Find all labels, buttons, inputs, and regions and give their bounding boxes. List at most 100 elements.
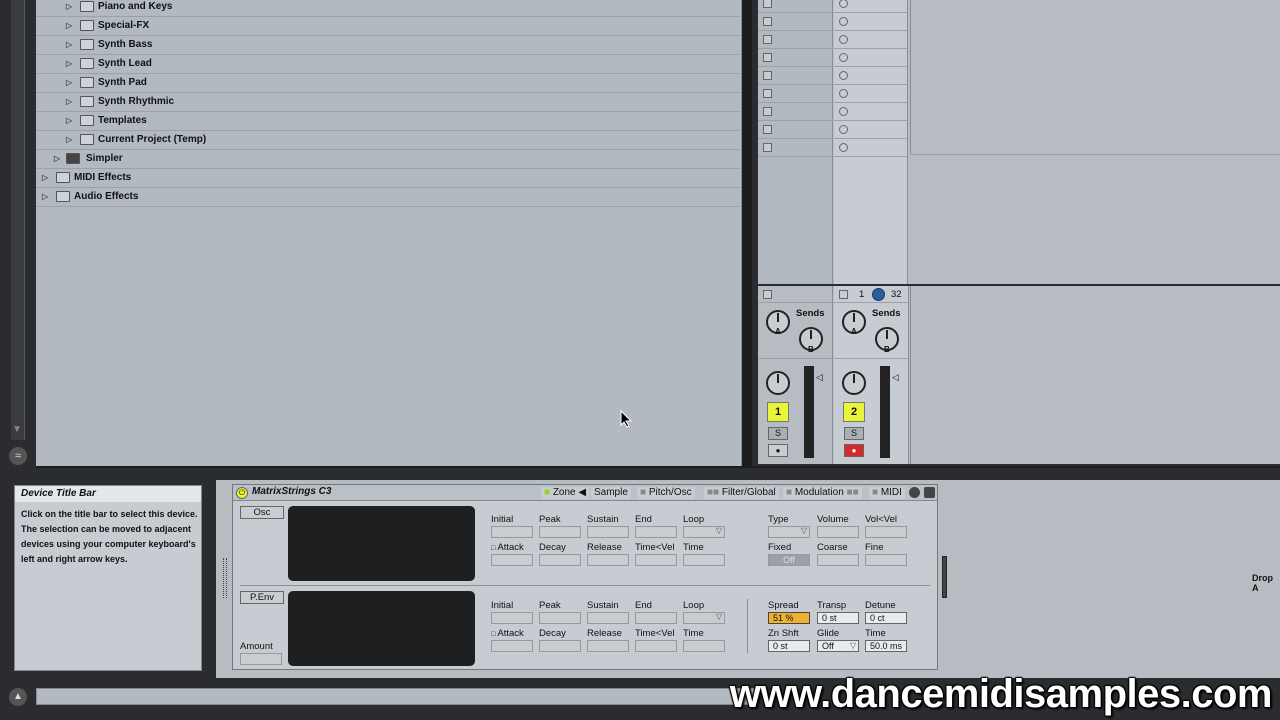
penv-timevel-field[interactable]	[635, 640, 677, 652]
env-timevel-field[interactable]	[635, 554, 677, 566]
clip-slot[interactable]	[758, 121, 832, 139]
stop-icon[interactable]	[763, 71, 772, 80]
znshft-field[interactable]: 0 st	[768, 640, 810, 652]
expand-icon[interactable]: ▷	[66, 0, 72, 16]
expand-icon[interactable]: ▷	[66, 93, 72, 111]
solo-button[interactable]: S	[768, 427, 788, 440]
osc-type-select[interactable]: ▽	[768, 526, 810, 538]
amount-field[interactable]	[240, 653, 282, 665]
detune-field[interactable]: 0 ct	[865, 612, 907, 624]
record-slot-icon[interactable]	[839, 143, 848, 152]
stop-icon[interactable]	[763, 53, 772, 62]
device-chain-scrollbar[interactable]	[942, 556, 947, 598]
penv-peak-field[interactable]	[539, 612, 581, 624]
clip-slot[interactable]	[834, 85, 907, 103]
list-item[interactable]: ▷ Current Project (Temp)	[36, 131, 740, 150]
osc-fine-field[interactable]	[865, 554, 907, 566]
osc-volvel-field[interactable]	[865, 526, 907, 538]
device-drop-area[interactable]: Drop A	[950, 484, 1280, 670]
env-time-field[interactable]	[683, 554, 725, 566]
list-item[interactable]: ▷ Audio Effects	[36, 188, 740, 207]
clip-slot[interactable]	[834, 121, 907, 139]
clip-slot[interactable]	[834, 0, 907, 13]
expand-icon[interactable]: ▷	[42, 188, 48, 206]
checkbox-icon[interactable]: □	[491, 545, 495, 552]
stop-icon[interactable]	[763, 89, 772, 98]
list-item[interactable]: ▷ Synth Bass	[36, 36, 740, 55]
env-attack-field[interactable]	[491, 554, 533, 566]
osc-toggle-button[interactable]: Osc	[240, 506, 284, 519]
expand-icon[interactable]: ▷	[42, 169, 48, 187]
volume-handle-icon[interactable]: ◁	[816, 372, 823, 383]
penv-end-field[interactable]	[635, 612, 677, 624]
record-slot-icon[interactable]	[839, 0, 848, 8]
clip-slot[interactable]	[834, 31, 907, 49]
device-power-icon[interactable]: ⏻	[236, 487, 248, 499]
record-slot-icon[interactable]	[839, 89, 848, 98]
record-slot-icon[interactable]	[839, 125, 848, 134]
solo-button[interactable]: S	[844, 427, 864, 440]
penv-attack-field[interactable]	[491, 640, 533, 652]
checkbox-icon[interactable]: □	[491, 631, 495, 638]
glide-select[interactable]: Off ▽	[817, 640, 859, 652]
expand-icon[interactable]: ▷	[54, 150, 60, 168]
clip-slot[interactable]	[758, 67, 832, 85]
clip-slot[interactable]	[758, 49, 832, 67]
pan-knob[interactable]	[842, 371, 866, 395]
tab-midi[interactable]: ■ MIDI	[869, 487, 905, 499]
penv-release-field[interactable]	[587, 640, 629, 652]
env-end-field[interactable]	[635, 526, 677, 538]
record-slot-icon[interactable]	[839, 107, 848, 116]
list-item[interactable]: ▷ Special-FX	[36, 17, 740, 36]
list-item[interactable]: ▷ Templates	[36, 112, 740, 131]
penv-initial-field[interactable]	[491, 612, 533, 624]
osc-volume-field[interactable]	[817, 526, 859, 538]
env-initial-field[interactable]	[491, 526, 533, 538]
osc-fixed-toggle[interactable]: Off	[768, 554, 810, 566]
scroll-down-icon[interactable]: ▼	[12, 424, 22, 435]
tab-pitch-osc[interactable]: ■ Pitch/Osc	[637, 487, 695, 499]
list-item[interactable]: ▷ Synth Rhythmic	[36, 93, 740, 112]
hot-swap-icon[interactable]	[909, 487, 920, 498]
list-item[interactable]: ▷ Piano and Keys	[36, 0, 740, 17]
stop-icon[interactable]	[763, 17, 772, 26]
env-decay-field[interactable]	[539, 554, 581, 566]
list-item[interactable]: ▷ Simpler	[36, 150, 740, 169]
tab-zone[interactable]: ■ Zone ◀	[541, 487, 590, 499]
tab-filter-global[interactable]: ■■ Filter/Global	[704, 487, 779, 499]
penv-sustain-field[interactable]	[587, 612, 629, 624]
clip-slot[interactable]	[834, 139, 907, 157]
env-sustain-field[interactable]	[587, 526, 629, 538]
info-view-toggle-icon[interactable]: ▲	[9, 688, 27, 706]
env-release-field[interactable]	[587, 554, 629, 566]
expand-icon[interactable]: ▷	[66, 74, 72, 92]
stop-icon[interactable]	[763, 107, 772, 116]
list-item[interactable]: ▷ Synth Pad	[36, 74, 740, 93]
penv-toggle-button[interactable]: P.Env	[240, 591, 284, 604]
browser-toggle-icon[interactable]: ≈	[9, 447, 27, 465]
record-slot-icon[interactable]	[839, 35, 848, 44]
tab-sample[interactable]: Sample	[591, 487, 631, 499]
clip-slot[interactable]	[758, 0, 832, 13]
pan-knob[interactable]	[766, 371, 790, 395]
record-slot-icon[interactable]	[839, 53, 848, 62]
expand-icon[interactable]: ▷	[66, 36, 72, 54]
clip-slot[interactable]	[834, 49, 907, 67]
stop-all-icon[interactable]	[839, 290, 848, 299]
stop-icon[interactable]	[763, 0, 772, 8]
clip-slot[interactable]	[758, 31, 832, 49]
glide-time-field[interactable]: 50.0 ms	[865, 640, 907, 652]
browser-scrollbar[interactable]	[11, 0, 25, 440]
clip-slot[interactable]	[758, 85, 832, 103]
list-item[interactable]: ▷ Synth Lead	[36, 55, 740, 74]
record-arm-button[interactable]: ●	[768, 444, 788, 457]
clip-slot[interactable]	[834, 13, 907, 31]
env-loop-select[interactable]: ▽	[683, 526, 725, 538]
track-activator-button[interactable]: 2	[843, 402, 865, 422]
expand-icon[interactable]: ▷	[66, 112, 72, 130]
track-activator-button[interactable]: 1	[767, 402, 789, 422]
spread-field[interactable]: 51 %	[768, 612, 810, 624]
record-slot-icon[interactable]	[839, 71, 848, 80]
tab-modulation[interactable]: ■ Modulation ■■	[783, 487, 862, 499]
record-arm-button[interactable]: ●	[844, 444, 864, 457]
